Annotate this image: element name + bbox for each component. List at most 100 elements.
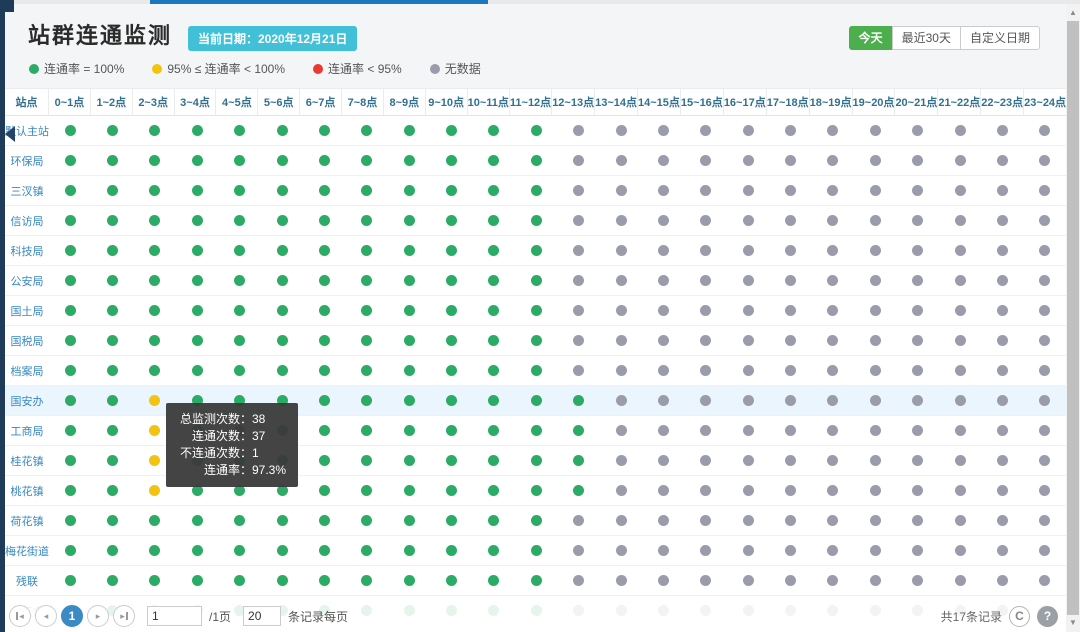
- status-dot-gray[interactable]: [743, 215, 754, 226]
- status-dot-gray[interactable]: [1039, 185, 1050, 196]
- status-dot-green[interactable]: [149, 245, 160, 256]
- status-dot-green[interactable]: [192, 125, 203, 136]
- status-dot-gray[interactable]: [997, 275, 1008, 286]
- next-page-button[interactable]: ▸: [87, 605, 109, 627]
- status-dot-gray[interactable]: [616, 125, 627, 136]
- status-dot-gray[interactable]: [870, 455, 881, 466]
- status-dot-gray[interactable]: [785, 155, 796, 166]
- status-dot-gray[interactable]: [785, 575, 796, 586]
- status-dot-green[interactable]: [149, 125, 160, 136]
- status-dot-gray[interactable]: [743, 155, 754, 166]
- status-dot-gray[interactable]: [955, 575, 966, 586]
- status-dot-green[interactable]: [319, 155, 330, 166]
- status-dot-green[interactable]: [531, 215, 542, 226]
- status-dot-gray[interactable]: [700, 365, 711, 376]
- status-dot-gray[interactable]: [658, 155, 669, 166]
- status-dot-gray[interactable]: [870, 305, 881, 316]
- status-dot-green[interactable]: [404, 575, 415, 586]
- date-range-button-自定义日期[interactable]: 自定义日期: [960, 26, 1040, 50]
- status-dot-green[interactable]: [107, 485, 118, 496]
- scrollbar-up-icon[interactable]: ▲: [1066, 6, 1080, 20]
- status-dot-green[interactable]: [234, 185, 245, 196]
- site-name-link[interactable]: 国安办: [5, 393, 49, 409]
- site-name-link[interactable]: 国土局: [5, 303, 49, 319]
- status-dot-gray[interactable]: [955, 365, 966, 376]
- status-dot-green[interactable]: [361, 455, 372, 466]
- date-range-button-最近30天[interactable]: 最近30天: [892, 26, 961, 50]
- status-dot-gray[interactable]: [1039, 155, 1050, 166]
- status-dot-green[interactable]: [446, 425, 457, 436]
- status-dot-gray[interactable]: [658, 185, 669, 196]
- status-dot-gray[interactable]: [1039, 455, 1050, 466]
- status-dot-gray[interactable]: [870, 425, 881, 436]
- status-dot-gray[interactable]: [785, 275, 796, 286]
- status-dot-gray[interactable]: [658, 455, 669, 466]
- status-dot-gray[interactable]: [743, 395, 754, 406]
- status-dot-gray[interactable]: [743, 575, 754, 586]
- status-dot-green[interactable]: [319, 215, 330, 226]
- status-dot-green[interactable]: [404, 395, 415, 406]
- status-dot-gray[interactable]: [827, 275, 838, 286]
- status-dot-green[interactable]: [277, 515, 288, 526]
- status-dot-gray[interactable]: [573, 215, 584, 226]
- status-dot-green[interactable]: [107, 185, 118, 196]
- status-dot-gray[interactable]: [785, 125, 796, 136]
- status-dot-green[interactable]: [234, 335, 245, 346]
- status-dot-green[interactable]: [488, 215, 499, 226]
- status-dot-gray[interactable]: [785, 335, 796, 346]
- status-dot-green[interactable]: [107, 425, 118, 436]
- status-dot-gray[interactable]: [743, 185, 754, 196]
- status-dot-gray[interactable]: [658, 485, 669, 496]
- status-dot-gray[interactable]: [573, 155, 584, 166]
- status-dot-gray[interactable]: [1039, 305, 1050, 316]
- status-dot-green[interactable]: [277, 545, 288, 556]
- status-dot-green[interactable]: [361, 395, 372, 406]
- status-dot-gray[interactable]: [955, 215, 966, 226]
- site-name-link[interactable]: 荷花镇: [5, 513, 49, 529]
- status-dot-green[interactable]: [446, 545, 457, 556]
- status-dot-gray[interactable]: [743, 365, 754, 376]
- refresh-icon[interactable]: C: [1009, 606, 1030, 627]
- status-dot-green[interactable]: [234, 155, 245, 166]
- status-dot-gray[interactable]: [912, 545, 923, 556]
- status-dot-gray[interactable]: [827, 455, 838, 466]
- status-dot-green[interactable]: [319, 305, 330, 316]
- status-dot-green[interactable]: [65, 395, 76, 406]
- status-dot-green[interactable]: [234, 125, 245, 136]
- status-dot-green[interactable]: [446, 515, 457, 526]
- status-dot-green[interactable]: [149, 215, 160, 226]
- status-dot-gray[interactable]: [997, 425, 1008, 436]
- status-dot-green[interactable]: [277, 335, 288, 346]
- status-dot-gray[interactable]: [997, 485, 1008, 496]
- status-dot-gray[interactable]: [827, 125, 838, 136]
- status-dot-green[interactable]: [319, 545, 330, 556]
- status-dot-green[interactable]: [531, 395, 542, 406]
- status-dot-green[interactable]: [234, 215, 245, 226]
- status-dot-green[interactable]: [361, 215, 372, 226]
- status-dot-green[interactable]: [531, 245, 542, 256]
- status-dot-green[interactable]: [65, 185, 76, 196]
- status-dot-gray[interactable]: [785, 185, 796, 196]
- status-dot-green[interactable]: [65, 155, 76, 166]
- status-dot-green[interactable]: [319, 575, 330, 586]
- status-dot-green[interactable]: [319, 245, 330, 256]
- status-dot-green[interactable]: [192, 275, 203, 286]
- status-dot-gray[interactable]: [743, 545, 754, 556]
- status-dot-green[interactable]: [277, 245, 288, 256]
- status-dot-gray[interactable]: [955, 425, 966, 436]
- status-dot-green[interactable]: [531, 335, 542, 346]
- status-dot-gray[interactable]: [912, 575, 923, 586]
- status-dot-gray[interactable]: [658, 335, 669, 346]
- status-dot-gray[interactable]: [573, 365, 584, 376]
- status-dot-gray[interactable]: [1039, 365, 1050, 376]
- status-dot-green[interactable]: [65, 275, 76, 286]
- status-dot-gray[interactable]: [827, 215, 838, 226]
- status-dot-gray[interactable]: [573, 545, 584, 556]
- help-icon[interactable]: ?: [1037, 606, 1058, 627]
- scrollbar-thumb[interactable]: [1067, 21, 1079, 615]
- status-dot-green[interactable]: [149, 365, 160, 376]
- status-dot-gray[interactable]: [997, 155, 1008, 166]
- status-dot-green[interactable]: [234, 515, 245, 526]
- status-dot-gray[interactable]: [616, 575, 627, 586]
- status-dot-gray[interactable]: [743, 275, 754, 286]
